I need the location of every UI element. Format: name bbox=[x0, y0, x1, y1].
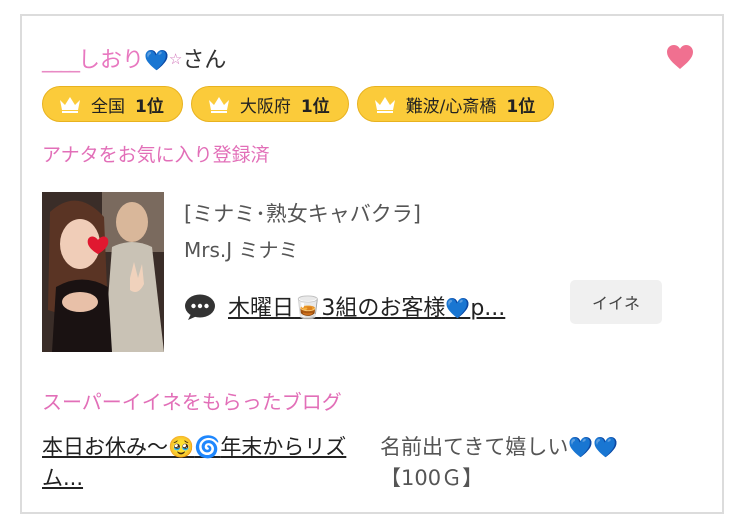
user-card: ____しおり💙☆さん 全国 1位 大阪府 1位 難波/心斎橋 1位 アナタをお… bbox=[20, 14, 724, 514]
blog-link[interactable]: 本日お休み〜🥹🌀年末からリズム... bbox=[42, 432, 372, 494]
post-title-a: 木曜日 bbox=[228, 296, 295, 321]
ranking-value: 1位 bbox=[135, 96, 164, 117]
post-title-b: 3組のお客様 bbox=[321, 296, 446, 321]
super-like-comment: 名前出てきて嬉しい💙💙 【100Ｇ】 bbox=[380, 432, 700, 494]
ranking-area: 難波/心斎橋 bbox=[405, 96, 497, 117]
post-title-c: p... bbox=[470, 296, 506, 321]
blue-heart-emoji: 💙 bbox=[445, 296, 471, 320]
name-text: しおり bbox=[78, 48, 145, 73]
swirl-emoji: 🌀 bbox=[194, 435, 221, 459]
heart-icon[interactable] bbox=[666, 44, 694, 70]
speech-bubble-icon bbox=[185, 294, 215, 320]
ranking-badge-osaka: 大阪府 1位 bbox=[190, 86, 349, 122]
user-name: ____しおり💙☆さん bbox=[42, 42, 226, 74]
ranking-area: 全国 bbox=[91, 96, 125, 117]
ranking-value: 1位 bbox=[300, 96, 330, 117]
ranking-badges: 全国 1位 大阪府 1位 難波/心斎橋 1位 bbox=[42, 86, 555, 122]
blue-heart-emoji: 💙 bbox=[144, 48, 169, 72]
pleading-face-emoji: 🥹 bbox=[168, 435, 195, 459]
ranking-value: 1位 bbox=[506, 96, 536, 117]
ranking-badge-namba: 難波/心斎橋 1位 bbox=[356, 86, 555, 122]
like-button[interactable]: イイネ bbox=[570, 280, 662, 324]
crown-icon bbox=[208, 97, 229, 113]
crown-icon bbox=[374, 97, 395, 113]
cast-photo[interactable] bbox=[42, 192, 164, 352]
crown-icon bbox=[60, 97, 80, 113]
name-underline: ____ bbox=[42, 48, 80, 73]
super-like-heading: スーパーイイネをもらったブログ bbox=[42, 390, 342, 414]
photo-illustration bbox=[42, 192, 164, 352]
cast-name: Mrs.J ミナミ bbox=[184, 238, 299, 262]
comment-text: 名前出てきて嬉しい bbox=[380, 435, 569, 459]
shop-label: [ミナミ･熟女キャバクラ] bbox=[184, 202, 421, 226]
favorite-status: アナタをお気に入り登録済 bbox=[42, 144, 270, 166]
comment-points: 【100Ｇ】 bbox=[380, 466, 484, 490]
blue-hearts-emoji: 💙💙 bbox=[568, 435, 619, 459]
whiskey-emoji: 🥃 bbox=[294, 296, 322, 321]
blog-title-a: 本日お休み〜 bbox=[42, 435, 168, 459]
star-icon: ☆ bbox=[168, 50, 183, 68]
ranking-area: 大阪府 bbox=[239, 96, 291, 117]
post-title-link[interactable]: 木曜日🥃3組のお客様💙p... bbox=[228, 290, 505, 322]
ranking-badge-national: 全国 1位 bbox=[42, 86, 183, 122]
name-suffix: さん bbox=[182, 48, 227, 73]
